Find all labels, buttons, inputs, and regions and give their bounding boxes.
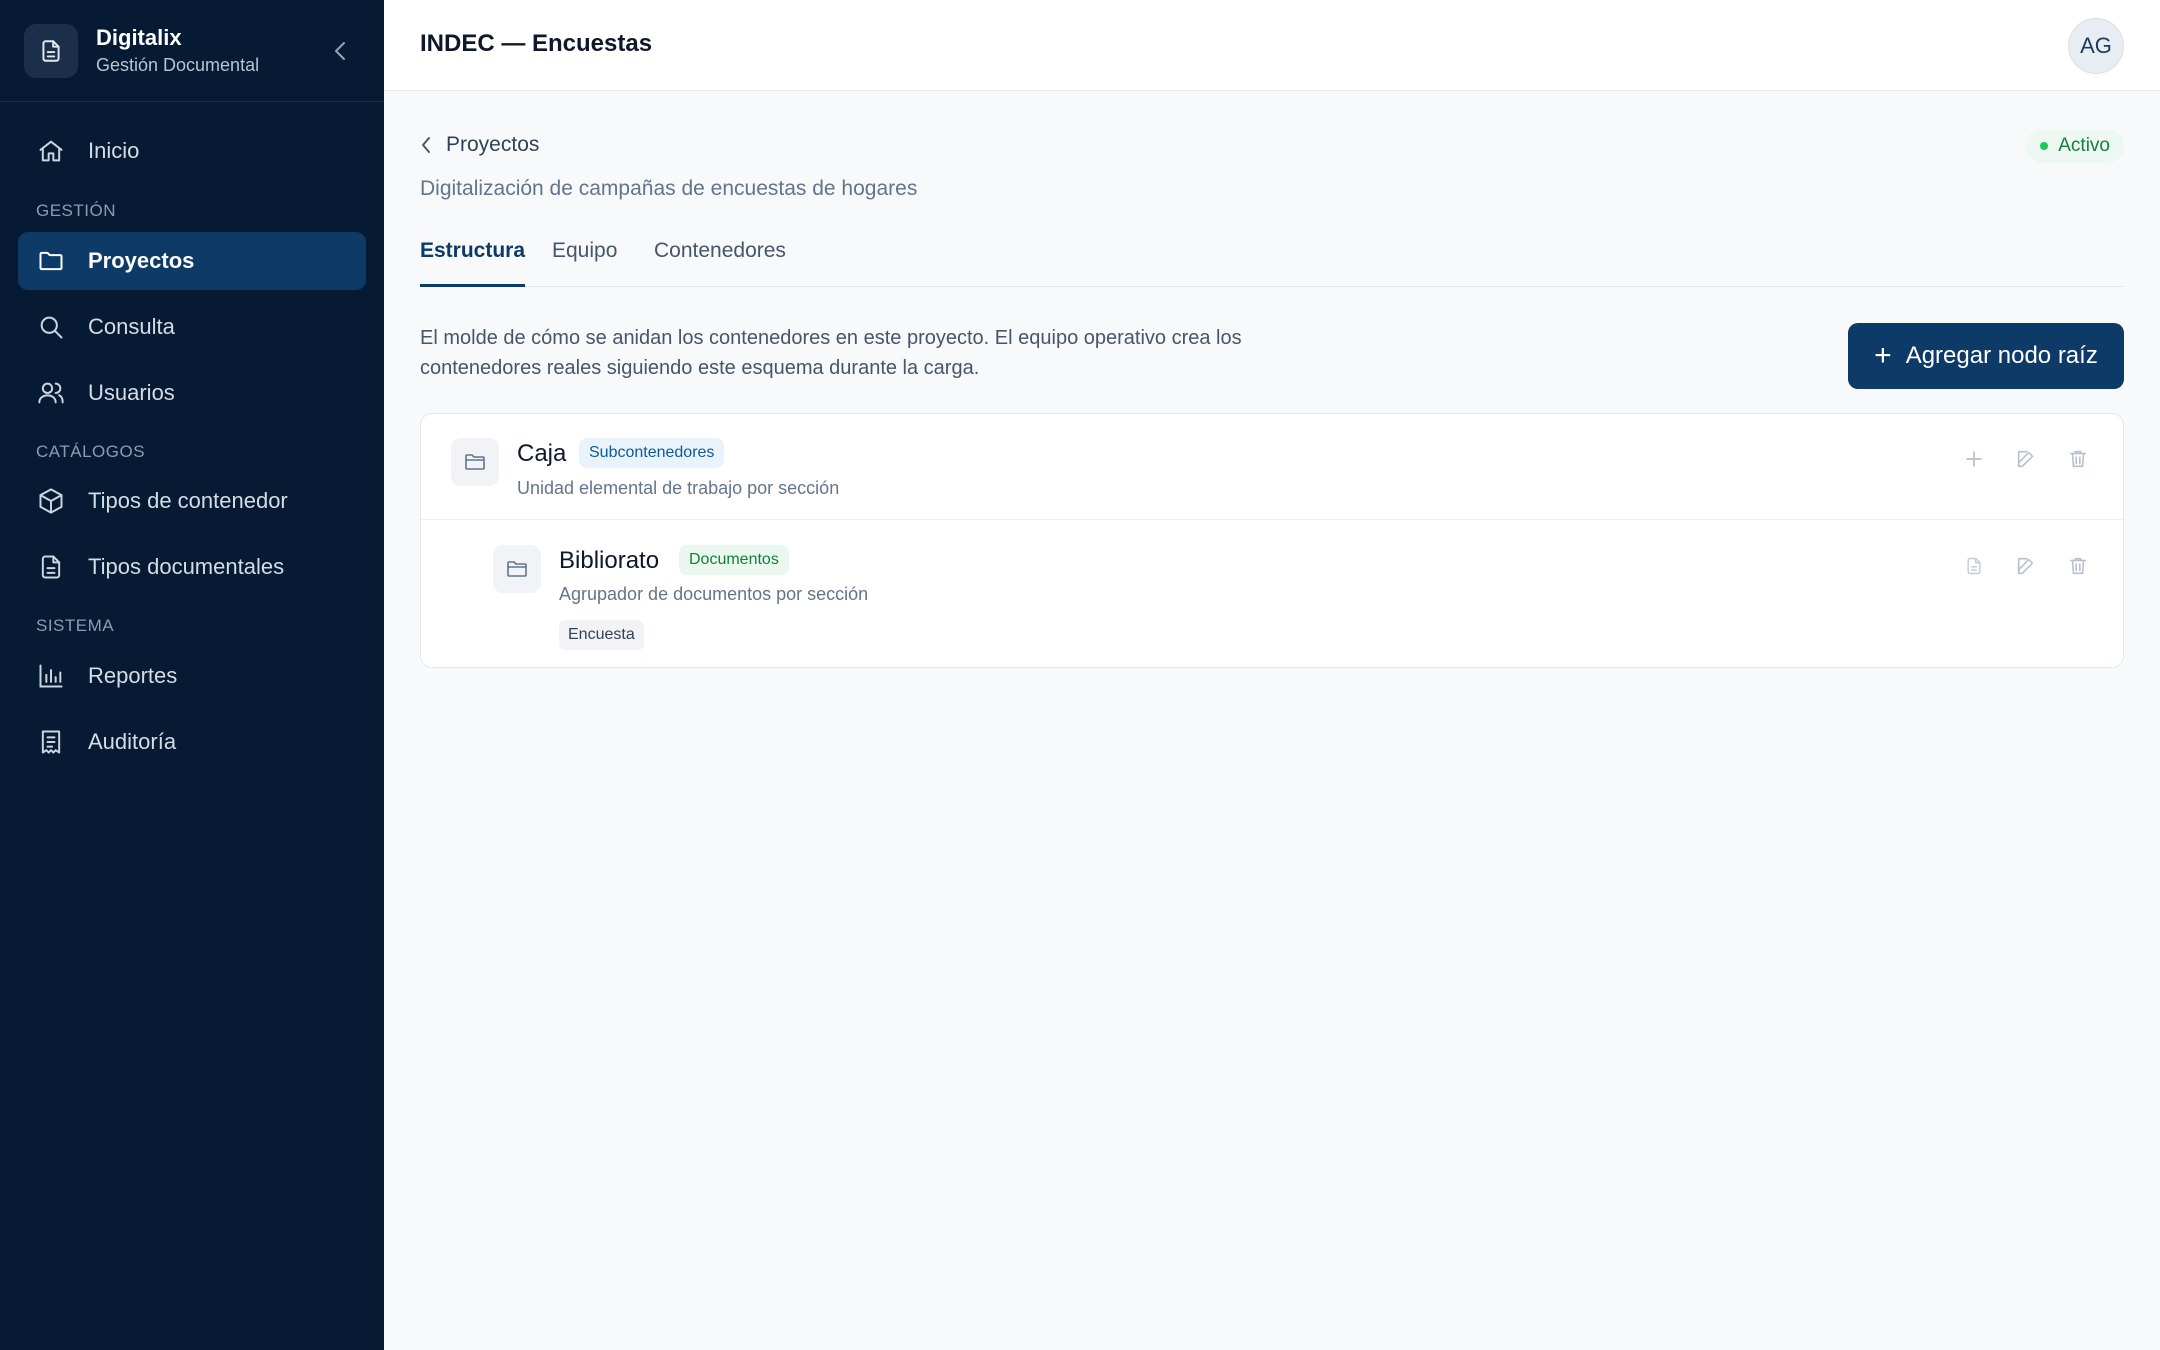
collapse-sidebar-button[interactable] xyxy=(328,36,352,66)
nav-section-catalogos: CATÁLOGOS xyxy=(36,442,146,461)
structure-intro: El molde de cómo se anidan los contenedo… xyxy=(420,327,1242,379)
nav-section-gestion: GESTIÓN xyxy=(36,201,117,220)
sidebar-item-label: Tipos documentales xyxy=(88,554,285,579)
delete-button[interactable] xyxy=(2063,444,2093,474)
project-description: Digitalización de campañas de encuestas … xyxy=(420,177,918,200)
folder-icon xyxy=(493,545,541,593)
folder-icon xyxy=(451,438,499,486)
sidebar-item-label: Consulta xyxy=(88,314,175,339)
back-to-projects-link[interactable]: Proyectos xyxy=(420,133,539,157)
brand-header: Digitalix Gestión Documental xyxy=(0,0,384,102)
top-bar: INDEC — Encuestas AG xyxy=(384,0,2160,91)
plus-icon xyxy=(1966,451,1982,467)
node-description: Agrupador de documentos por sección xyxy=(559,584,869,604)
plus-icon: + xyxy=(1874,339,1892,372)
sidebar-item-auditoria[interactable]: Auditoría xyxy=(18,713,366,771)
sidebar-item-consulta[interactable]: Consulta xyxy=(18,298,366,356)
box-icon xyxy=(36,486,66,516)
status-label: Activo xyxy=(2058,135,2110,156)
chevron-left-icon xyxy=(335,42,345,60)
page-title: INDEC — Encuestas xyxy=(420,30,653,57)
node-actions xyxy=(1959,551,2093,581)
node-type-badge: Documentos xyxy=(679,545,789,575)
sidebar-item-label: Proyectos xyxy=(88,248,195,273)
sidebar-item-usuarios[interactable]: Usuarios xyxy=(18,364,366,422)
document-types-button[interactable] xyxy=(1959,551,1989,581)
document-icon xyxy=(24,23,78,78)
sidebar-item-label: Auditoría xyxy=(88,729,177,754)
edit-button[interactable] xyxy=(2011,551,2041,581)
edit-button[interactable] xyxy=(2011,444,2041,474)
brand-name: Digitalix xyxy=(96,25,182,50)
sidebar-item-inicio[interactable]: Inicio xyxy=(18,122,366,180)
status-badge: Activo xyxy=(2026,129,2124,163)
tree-node-bibliorato: Bibliorato Documentos Agrupador de docum… xyxy=(421,521,2123,667)
node-type-badge: Subcontenedores xyxy=(579,438,725,468)
folder-icon xyxy=(36,246,66,276)
delete-button[interactable] xyxy=(2063,551,2093,581)
trash-icon xyxy=(2069,557,2087,575)
sidebar-item-label: Inicio xyxy=(88,138,140,163)
sidebar-item-label: Tipos de contenedor xyxy=(88,488,288,513)
file-icon xyxy=(1967,557,1981,575)
tab-estructura[interactable]: Estructura xyxy=(420,239,526,287)
chevron-left-icon xyxy=(422,137,430,153)
sidebar-item-label: Usuarios xyxy=(88,380,175,405)
brand-subtitle: Gestión Documental xyxy=(96,55,260,75)
avatar[interactable]: AG xyxy=(2068,18,2124,74)
sidebar-item-proyectos[interactable]: Proyectos xyxy=(18,232,366,290)
sidebar-item-tipos-documentales[interactable]: Tipos documentales xyxy=(18,538,366,596)
edit-icon xyxy=(2017,450,2034,468)
node-name: Caja xyxy=(517,440,567,467)
doc-type-chip: Encuesta xyxy=(559,620,644,650)
node-description: Unidad elemental de trabajo por sección xyxy=(517,478,840,498)
search-icon xyxy=(36,312,66,342)
add-child-button[interactable] xyxy=(1959,444,1989,474)
node-actions xyxy=(1959,444,2093,474)
main-content: Proyectos Activo Digitalización de campa… xyxy=(384,91,2160,1350)
tree-node-caja: Caja Subcontenedores Unidad elemental de… xyxy=(421,414,2123,520)
sidebar: Digitalix Gestión Documental Inicio GEST… xyxy=(0,0,384,1350)
sidebar-item-label: Reportes xyxy=(88,663,178,688)
structure-tree: Caja Subcontenedores Unidad elemental de… xyxy=(420,413,2124,668)
add-root-node-button[interactable]: + Agregar nodo raíz xyxy=(1848,323,2124,389)
back-link-label: Proyectos xyxy=(446,133,540,156)
edit-icon xyxy=(2017,557,2034,575)
sidebar-item-tipos-contenedor[interactable]: Tipos de contenedor xyxy=(18,472,366,530)
sidebar-item-reportes[interactable]: Reportes xyxy=(18,647,366,705)
add-root-node-label: Agregar nodo raíz xyxy=(1905,342,2098,369)
document-icon xyxy=(36,552,66,582)
nav-section-sistema: SISTEMA xyxy=(36,616,115,635)
tab-equipo[interactable]: Equipo xyxy=(552,239,617,287)
node-name: Bibliorato xyxy=(559,547,660,574)
tabs: Estructura Equipo Contenedores xyxy=(420,227,2124,287)
trash-icon xyxy=(2069,450,2087,468)
tab-contenedores[interactable]: Contenedores xyxy=(654,239,786,287)
home-icon xyxy=(36,136,66,166)
users-icon xyxy=(36,378,66,408)
receipt-icon xyxy=(36,727,66,757)
bar-chart-icon xyxy=(36,661,66,691)
status-dot xyxy=(2040,142,2049,150)
